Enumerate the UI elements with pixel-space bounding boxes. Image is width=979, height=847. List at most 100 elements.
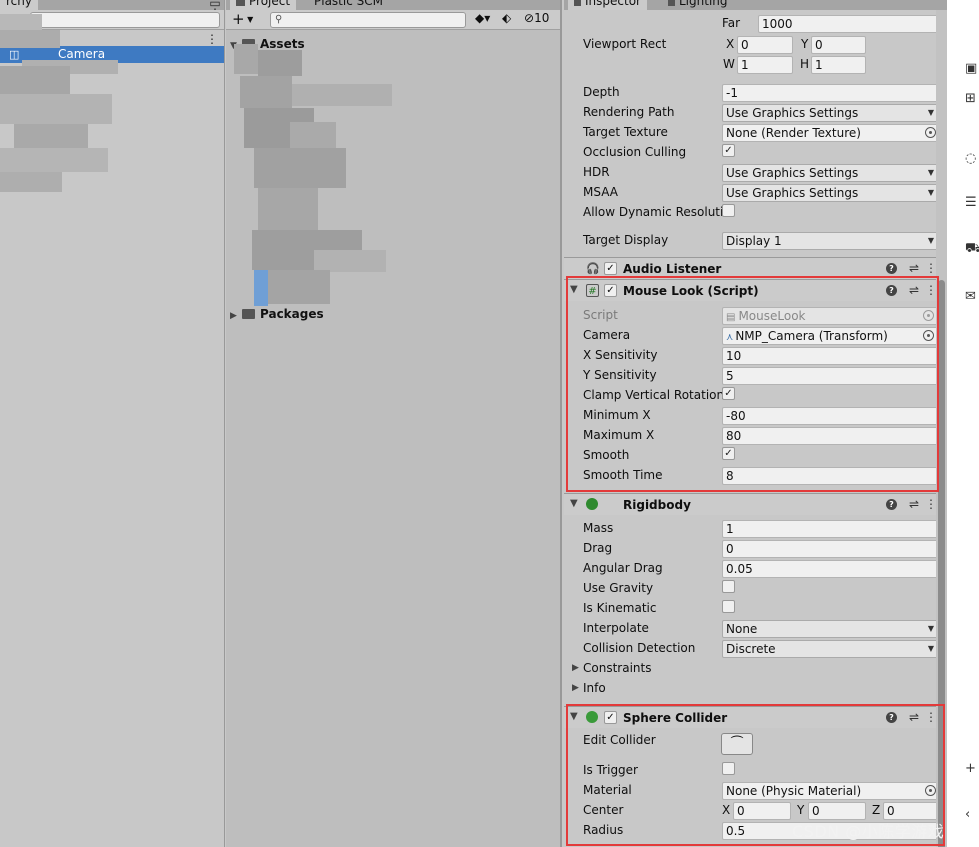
tab-hierarchy[interactable]: rchy <box>0 0 38 10</box>
preset-icon[interactable]: ⇌ <box>909 283 919 297</box>
sphere-collider-header[interactable]: ▼ ✓ Sphere Collider ? ⇌ ⋮ <box>564 706 947 728</box>
minimum-x-field[interactable]: -80 <box>722 407 938 425</box>
fold-arrow-icon[interactable]: ▼ <box>570 711 578 722</box>
far-field[interactable]: 1000 <box>758 15 940 33</box>
filter-by-type-icon[interactable]: ◆▾ <box>475 11 490 25</box>
chevron-left-icon[interactable]: ‹ <box>965 808 979 822</box>
camera-field[interactable]: ⋏ NMP_Camera (Transform) <box>722 327 938 345</box>
tab-project-label: Project <box>249 0 291 8</box>
collision-detection-dropdown[interactable]: Discrete ▼ <box>722 640 940 658</box>
occlusion-culling-checkbox[interactable]: ✓ <box>722 144 735 157</box>
tab-inspector-label: Inspector <box>585 0 641 8</box>
script-row: Script ▤ MouseLook <box>564 305 947 325</box>
rendering-path-dropdown[interactable]: Use Graphics Settings ▼ <box>722 104 940 122</box>
hdr-dropdown[interactable]: Use Graphics Settings ▼ <box>722 164 940 182</box>
audio-listener-header[interactable]: 🎧 ✓ Audio Listener ? ⇌ ⋮ <box>564 257 947 279</box>
angular-drag-field[interactable]: 0.05 <box>722 560 940 578</box>
is-kinematic-checkbox[interactable] <box>722 600 735 613</box>
target-texture-field[interactable]: None (Render Texture) <box>722 124 940 142</box>
smooth-time-row: Smooth Time 8 <box>564 465 947 485</box>
info-foldout[interactable]: ▶ Info <box>564 678 947 698</box>
mouse-look-header[interactable]: ▼ # ✓ Mouse Look (Script) ? ⇌ ⋮ <box>564 279 947 301</box>
add-icon[interactable]: + <box>965 762 979 776</box>
rendering-path-row: Rendering Path Use Graphics Settings ▼ <box>564 102 947 122</box>
mass-field[interactable]: 1 <box>722 520 940 538</box>
help-icon[interactable]: ? <box>886 499 897 510</box>
help-icon[interactable]: ? <box>886 285 897 296</box>
viewport-w-field[interactable]: 1 <box>737 56 793 74</box>
folder-packages[interactable]: ▶ Packages <box>230 306 324 322</box>
viewport-y-field[interactable]: 0 <box>811 36 866 54</box>
smooth-checkbox[interactable]: ✓ <box>722 447 735 460</box>
far-label: Far <box>722 16 741 30</box>
target-display-dropdown[interactable]: Display 1 ▼ <box>722 232 940 250</box>
target-display-label: Target Display <box>583 233 669 247</box>
inspector-scrollbar[interactable] <box>936 10 947 847</box>
calendar-icon[interactable]: ▣ <box>965 62 979 76</box>
preset-icon[interactable]: ⇌ <box>909 497 919 511</box>
edit-collider-button[interactable]: ⏜ <box>721 733 753 755</box>
clamp-vertical-checkbox[interactable]: ✓ <box>722 387 735 400</box>
msaa-dropdown[interactable]: Use Graphics Settings ▼ <box>722 184 940 202</box>
filter-by-label-icon[interactable]: ⬖ <box>502 11 511 25</box>
tab-plastic-scm[interactable]: Plastic SCM <box>308 0 389 10</box>
add-button[interactable]: + ▼ <box>232 10 253 29</box>
msaa-label: MSAA <box>583 185 618 199</box>
fold-arrow-icon[interactable]: ▼ <box>570 498 578 509</box>
viewport-rect-row: Viewport Rect X 0 Y 0 <box>564 34 947 54</box>
center-z-label: Z <box>872 803 881 817</box>
constraints-foldout[interactable]: ▶ Constraints <box>564 658 947 678</box>
interpolate-dropdown[interactable]: None ▼ <box>722 620 940 638</box>
fold-arrow-icon[interactable]: ▼ <box>570 284 578 295</box>
hierarchy-menu-icon[interactable]: ⋮ <box>206 33 218 45</box>
minimum-x-label: Minimum X <box>583 408 651 422</box>
viewport-x-field[interactable]: 0 <box>737 36 793 54</box>
help-icon[interactable]: ? <box>886 712 897 723</box>
document-icon[interactable]: ⊞ <box>965 92 979 106</box>
object-picker-icon[interactable] <box>923 330 934 341</box>
dynamic-resolution-label: Allow Dynamic Resolutic <box>583 205 730 219</box>
help-icon[interactable]: ? <box>886 263 897 274</box>
smooth-time-field[interactable]: 8 <box>722 467 938 485</box>
rigidbody-title: Rigidbody <box>623 498 691 512</box>
viewport-h-field[interactable]: 1 <box>811 56 866 74</box>
x-sensitivity-field[interactable]: 10 <box>722 347 938 365</box>
script-value: MouseLook <box>738 309 806 323</box>
inspector-panel: Inspector Lighting Far 1000 Viewport Rec… <box>564 0 947 847</box>
chat-icon[interactable]: ◌ <box>965 152 979 166</box>
mail-icon[interactable]: ✉ <box>965 290 979 304</box>
sphere-collider-enabled-checkbox[interactable]: ✓ <box>604 711 617 724</box>
list-icon[interactable]: ☰ <box>965 196 979 210</box>
is-kinematic-label: Is Kinematic <box>583 601 657 615</box>
object-picker-icon[interactable] <box>925 127 936 138</box>
dropdown-arrow-icon: ▼ <box>927 188 934 197</box>
project-search-input[interactable]: ⚲ <box>270 12 466 28</box>
cart-icon[interactable]: ⛟ <box>965 242 979 256</box>
center-x-field[interactable]: 0 <box>733 802 791 820</box>
mouse-look-enabled-checkbox[interactable]: ✓ <box>604 284 617 297</box>
preset-icon[interactable]: ⇌ <box>909 261 919 275</box>
hierarchy-search-input[interactable] <box>30 12 220 28</box>
target-display-value: Display 1 <box>726 234 782 248</box>
audio-listener-enabled-checkbox[interactable]: ✓ <box>604 262 617 275</box>
rigidbody-header[interactable]: ▼ Rigidbody ? ⇌ ⋮ <box>564 493 947 515</box>
is-trigger-checkbox[interactable] <box>722 762 735 775</box>
scrollbar-thumb[interactable] <box>938 280 945 847</box>
y-sensitivity-field[interactable]: 5 <box>722 367 938 385</box>
material-value: None (Physic Material) <box>726 784 862 798</box>
preset-icon[interactable]: ⇌ <box>909 710 919 724</box>
hidden-packages-button[interactable]: ⊘10 <box>524 11 549 25</box>
script-field: ▤ MouseLook <box>722 307 938 325</box>
maximum-x-field[interactable]: 80 <box>722 427 938 445</box>
dynamic-resolution-checkbox[interactable] <box>722 204 735 217</box>
object-picker-icon[interactable] <box>925 785 936 796</box>
project-tabbar: Project Plastic SCM <box>226 0 560 10</box>
tab-project[interactable]: Project <box>230 0 297 10</box>
material-field[interactable]: None (Physic Material) <box>722 782 940 800</box>
depth-field[interactable]: -1 <box>722 84 940 102</box>
tab-lighting[interactable]: Lighting <box>662 0 734 10</box>
smooth-row: Smooth ✓ <box>564 445 947 465</box>
tab-inspector[interactable]: Inspector <box>568 0 647 10</box>
drag-field[interactable]: 0 <box>722 540 940 558</box>
use-gravity-checkbox[interactable] <box>722 580 735 593</box>
